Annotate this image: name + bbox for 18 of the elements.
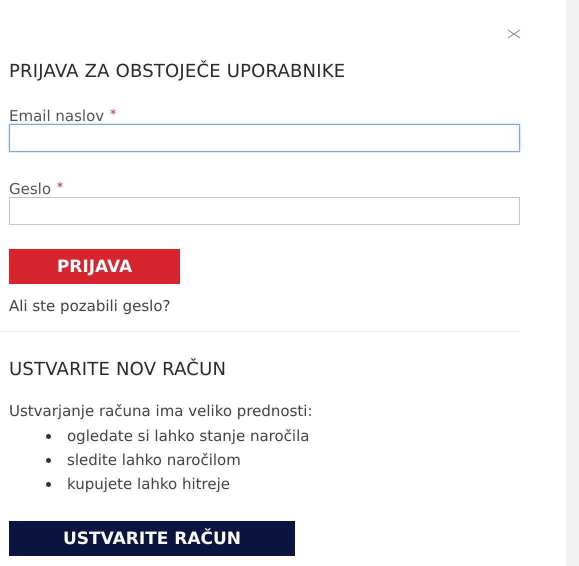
benefit-text: ogledate si lahko stanje naročila <box>67 426 310 446</box>
required-mark: * <box>57 181 64 193</box>
input-field[interactable] <box>9 124 520 152</box>
create-account-button[interactable]: USTVARITE RAČUN <box>9 521 295 556</box>
intro-text: Ustvarjanje računa ima veliko prednosti: <box>9 401 314 421</box>
bullet-icon <box>46 458 51 462</box>
benefit-text: sledite lahko naročilom <box>67 450 241 470</box>
forgot-password-link[interactable]: Ali ste pozabili geslo? <box>9 296 170 316</box>
section-title: USTVARITE NOV RAČUN <box>9 360 228 380</box>
bullet-icon <box>46 434 51 438</box>
section-title: PRIJAVA ZA OBSTOJEČE UPORABNIKE <box>9 62 346 82</box>
required-mark: * <box>110 108 116 120</box>
bullet-icon <box>46 482 51 486</box>
field-label: Geslo <box>9 181 52 197</box>
login-button[interactable]: PRIJAVA <box>9 249 180 284</box>
field-label: Email naslov <box>9 108 104 124</box>
benefit-text: kupujete lahko hitreje <box>67 474 230 494</box>
input-field[interactable] <box>9 197 520 225</box>
